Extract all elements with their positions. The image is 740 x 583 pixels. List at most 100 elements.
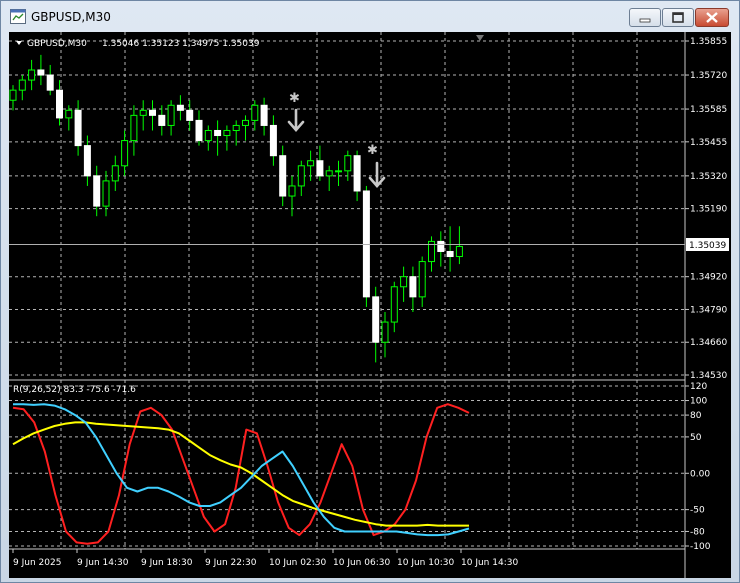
candle-body (232, 124, 240, 131)
price-tick-label: 1.34530 (690, 371, 727, 381)
candle-body (102, 180, 110, 207)
candle-body (418, 261, 426, 298)
candle-body (18, 79, 26, 91)
indicator-label: R(9,26,52) 83.3 -75.6 -71.6 (13, 385, 136, 395)
candle (307, 150, 315, 181)
candle (18, 75, 26, 101)
time-axis[interactable]: 9 Jun 2025 9 Jun 14:30 9 Jun 18:30 9 Jun 22… (12, 549, 518, 568)
maximize-button[interactable] (662, 8, 694, 27)
candle-body (288, 185, 296, 197)
candle-body (242, 119, 249, 126)
chart-grid (9, 32, 685, 549)
candle-body (176, 104, 184, 111)
candle (167, 100, 175, 136)
candle-body (121, 140, 129, 167)
candle-body (269, 124, 277, 157)
candle (437, 231, 445, 267)
indicator-tick-label: 0.00 (690, 469, 710, 479)
candle-body (307, 160, 315, 167)
candle-body (251, 104, 259, 121)
candle (186, 100, 194, 131)
candle-body (46, 74, 54, 91)
candle-body (437, 240, 445, 252)
indicator-lines (12, 403, 470, 545)
candle (130, 105, 138, 156)
sell-arrow-icon: ✱ (287, 91, 305, 132)
price-tick-label: 1.35190 (690, 205, 727, 215)
candle (297, 160, 305, 197)
candle (409, 266, 417, 312)
candle (418, 256, 426, 307)
time-tick-label: 10 Jun 10:30 (397, 558, 454, 568)
candle (37, 54, 45, 86)
candle-body (446, 250, 454, 258)
candle-body (65, 109, 73, 119)
candle-body (167, 104, 175, 126)
candle-body (372, 296, 380, 343)
candle (195, 110, 203, 146)
scroll-shift-marker-icon[interactable] (476, 35, 484, 41)
candle (260, 97, 268, 136)
indicator-line (12, 403, 470, 545)
candle-body (390, 286, 398, 323)
candle (102, 170, 110, 217)
restore-icon (672, 12, 684, 23)
price-axis[interactable]: 1.35855 1.35720 1.35585 1.35455 1.35320 1.351… (685, 37, 727, 381)
chart-area[interactable]: ✱ ✱ GBPUSD,M30 1.35046 1.35123 1.34975 1… (9, 32, 731, 578)
candle (56, 80, 63, 126)
candle (121, 130, 129, 176)
candle (83, 135, 91, 186)
time-tick-label: 10 Jun 02:30 (269, 558, 326, 568)
candle-body (111, 165, 119, 182)
time-tick-label: 10 Jun 06:30 (333, 558, 390, 568)
candle-body (149, 109, 156, 116)
candle-body (344, 155, 352, 172)
indicator-tick-label: -50 (690, 506, 705, 516)
candle (176, 95, 184, 121)
candle-body (74, 109, 82, 147)
candle (335, 160, 342, 186)
candle-body (195, 119, 203, 142)
terminal-window: GBPUSD,M30 ✱ ✱ GBPUSD,M30 1.35046 1.3512… (0, 0, 740, 583)
price-tick-label: 1.35585 (690, 105, 727, 115)
dropdown-triangle-icon[interactable] (16, 41, 22, 45)
price-tick-label: 1.35855 (690, 37, 727, 47)
close-icon (706, 12, 718, 23)
indicator-tick-label: -80 (690, 527, 705, 537)
indicator-tick-label: 50 (690, 433, 702, 443)
candle (28, 59, 36, 91)
candle-body (409, 276, 417, 298)
close-button[interactable] (695, 8, 729, 27)
candle (74, 100, 82, 156)
candle (223, 125, 231, 151)
candle-body (335, 170, 342, 173)
candle-body (353, 155, 361, 192)
candle (372, 286, 380, 363)
candle (353, 150, 361, 202)
candle-body (93, 175, 101, 207)
candle-body (400, 276, 408, 288)
price-tick-label: 1.34660 (690, 338, 727, 348)
candle (9, 85, 17, 111)
current-price-value: 1.35039 (689, 241, 726, 251)
time-tick-label: 9 Jun 18:30 (141, 558, 193, 568)
candle-body (316, 160, 324, 177)
candle-body (325, 170, 333, 177)
indicator-tick-label: -100 (690, 542, 711, 552)
candle (46, 64, 54, 96)
chart-window-icon (10, 9, 26, 24)
indicator-tick-label: 80 (690, 411, 702, 421)
time-tick-label: 9 Jun 14:30 (77, 558, 129, 568)
candle-body (260, 104, 268, 126)
svg-text:✱: ✱ (367, 143, 378, 158)
minimize-button[interactable] (629, 8, 661, 27)
window-title: GBPUSD,M30 (31, 10, 111, 24)
title-bar[interactable]: GBPUSD,M30 (1, 1, 739, 31)
candle-body (381, 321, 389, 343)
candle-body (130, 114, 138, 142)
price-tick-label: 1.34790 (690, 305, 727, 315)
candle-body (362, 190, 370, 298)
candle (390, 281, 398, 333)
candle-body (139, 109, 147, 116)
candle (381, 311, 389, 358)
